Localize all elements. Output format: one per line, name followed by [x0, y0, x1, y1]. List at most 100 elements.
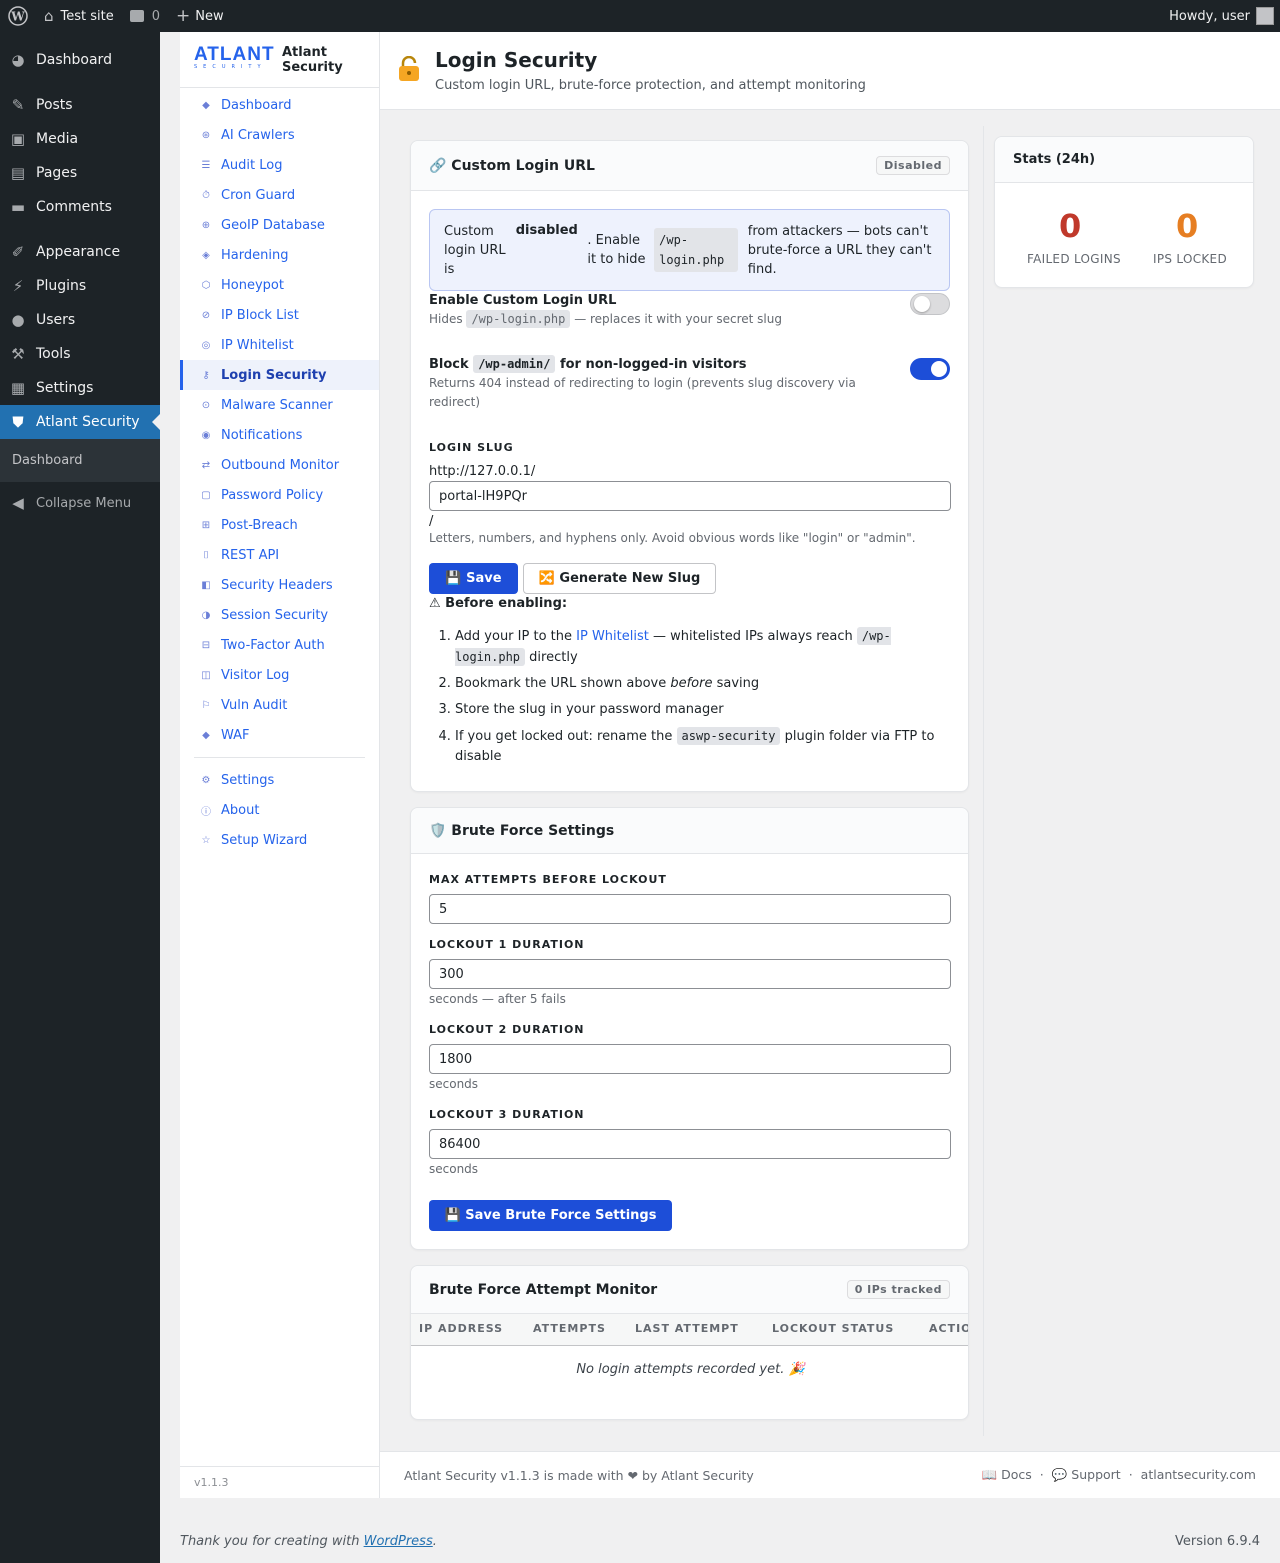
lock-icon: [399, 56, 419, 81]
lockout3-input[interactable]: 86400: [429, 1129, 951, 1159]
plugin-nav-label: Vuln Audit: [221, 697, 288, 713]
my-account[interactable]: Howdy, user: [1161, 0, 1280, 32]
wp-version: Version 6.9.4: [1174, 1534, 1260, 1549]
plugin-nav-label: IP Block List: [221, 307, 299, 323]
plugin-nav-label: Settings: [221, 772, 275, 788]
enable-custom-login-toggle[interactable]: [910, 293, 950, 315]
site-name: Test site: [60, 8, 114, 24]
globe-icon: ⊕: [201, 219, 211, 231]
block-desc: Returns 404 instead of redirecting to lo…: [429, 376, 856, 409]
wordpress-logo-icon[interactable]: W: [0, 0, 36, 32]
plugin-nav-setup-wizard[interactable]: ☆ Setup Wizard: [180, 825, 379, 855]
logo-sub: SECURITY: [194, 63, 267, 70]
ip-whitelist-link[interactable]: IP Whitelist: [576, 629, 649, 644]
bell-icon: ◉: [201, 429, 211, 441]
plugin-nav-about[interactable]: ⓘ About: [180, 795, 379, 825]
plugin-nav-label: Security Headers: [221, 577, 333, 593]
wordpress-link[interactable]: WordPress: [364, 1534, 433, 1549]
slug-input[interactable]: portal-lH9PQr: [429, 481, 951, 511]
menu-label: Posts: [36, 97, 73, 113]
plugin-nav-post-breach[interactable]: ⊞ Post-Breach: [180, 510, 379, 540]
menu-settings[interactable]: ▦ Settings: [0, 371, 160, 405]
menu-media[interactable]: ▣ Media: [0, 122, 160, 156]
plugin-nav-honeypot[interactable]: ⬡ Honeypot: [180, 270, 379, 300]
comments-link[interactable]: 0: [122, 0, 168, 32]
plugin-sidebar: ATLANT SECURITY Atlant Security ◆ Dashboa…: [180, 32, 380, 1498]
plugin-nav-ip-whitelist[interactable]: ◎ IP Whitelist: [180, 330, 379, 360]
max-attempts-input[interactable]: 5: [429, 894, 951, 924]
menu-label: Comments: [36, 199, 112, 215]
new-content-link[interactable]: + New: [168, 0, 232, 32]
support-link[interactable]: 💬 Support: [1052, 1467, 1121, 1483]
plugin-nav-audit-log[interactable]: ☰ Audit Log: [180, 150, 379, 180]
new-label: New: [195, 8, 224, 24]
menu-atlant-security[interactable]: ⛊ Atlant Security: [0, 405, 160, 439]
step-emphasis: before: [670, 676, 713, 691]
menu-comments[interactable]: ▬ Comments: [0, 190, 160, 224]
plugin-nav-label: Post-Breach: [221, 517, 298, 533]
plugin-nav-label: Password Policy: [221, 487, 324, 503]
menu-label: Settings: [36, 380, 94, 396]
plugin-nav-password-policy[interactable]: ▢ Password Policy: [180, 480, 379, 510]
lockout3-label: LOCKOUT 3 DURATION: [429, 1108, 585, 1121]
plugin-nav-rest-api[interactable]: ⌷ REST API: [180, 540, 379, 570]
plugin-nav-settings[interactable]: ⚙ Settings: [180, 765, 379, 795]
atlant-logo: ATLANT SECURITY: [194, 45, 274, 74]
plugin-nav-ip-block-list[interactable]: ⊘ IP Block List: [180, 300, 379, 330]
step-code: aswp-security: [676, 727, 781, 745]
step-text: Add your IP to the: [455, 629, 572, 644]
card-title: Stats (24h): [1013, 152, 1096, 167]
plugin-nav-visitor-log[interactable]: ◫ Visitor Log: [180, 660, 379, 690]
plugin-nav-vuln-audit[interactable]: ⚐ Vuln Audit: [180, 690, 379, 720]
menu-posts[interactable]: ✎ Posts: [0, 88, 160, 122]
menu-users[interactable]: ● Users: [0, 303, 160, 337]
collapse-menu-button[interactable]: ◀ Collapse Menu: [0, 486, 160, 520]
step-text: Bookmark the URL shown above: [455, 676, 667, 691]
menu-pages[interactable]: ▤ Pages: [0, 156, 160, 190]
save-button[interactable]: 💾 Save: [429, 563, 518, 594]
dashboard-icon: ◆: [202, 99, 210, 111]
plugin-nav-security-headers[interactable]: ◧ Security Headers: [180, 570, 379, 600]
submenu-dashboard[interactable]: Dashboard: [0, 445, 160, 476]
scanner-icon: ⊙: [201, 399, 211, 411]
site-link[interactable]: ⌂ Test site: [36, 0, 122, 32]
plugin-nav-outbound-monitor[interactable]: ⇄ Outbound Monitor: [180, 450, 379, 480]
slug-suffix: /: [429, 514, 434, 529]
plugin-nav-label: Hardening: [221, 247, 289, 263]
menu-dashboard[interactable]: ◕ Dashboard: [0, 43, 160, 77]
attempt-monitor-card: Brute Force Attempt Monitor 0 IPs tracke…: [410, 1265, 969, 1420]
plugin-nav-geoip-database[interactable]: ⊕ GeoIP Database: [180, 210, 379, 240]
lockout1-input[interactable]: 300: [429, 959, 951, 989]
plugin-nav-hardening[interactable]: ◈ Hardening: [180, 240, 379, 270]
plugin-nav-login-security[interactable]: ⚷ Login Security: [180, 360, 379, 390]
plugin-nav-session-security[interactable]: ◑ Session Security: [180, 600, 379, 630]
plugin-nav-ai-crawlers[interactable]: ⊛ AI Crawlers: [180, 120, 379, 150]
card-title: 🔗 Custom Login URL: [429, 157, 595, 174]
plugin-nav-malware-scanner[interactable]: ⊙ Malware Scanner: [180, 390, 379, 420]
block-wpadmin-row: Block /wp-admin/ for non-logged-in visit…: [429, 355, 889, 412]
wrench-icon: ⚒: [11, 345, 25, 363]
website-link[interactable]: atlantsecurity.com: [1141, 1467, 1256, 1483]
generate-slug-button[interactable]: 🔀 Generate New Slug: [523, 563, 716, 594]
plugin-icon: ⚡: [12, 277, 24, 295]
honeypot-icon: ⬡: [201, 279, 211, 291]
list-icon: ☰: [201, 159, 211, 171]
plugin-nav-two-factor-auth[interactable]: ⊟ Two-Factor Auth: [180, 630, 379, 660]
plugin-nav-cron-guard[interactable]: ⏱ Cron Guard: [180, 180, 379, 210]
menu-appearance[interactable]: ✐ Appearance: [0, 235, 160, 269]
plugin-nav-dashboard[interactable]: ◆ Dashboard: [180, 90, 379, 120]
docs-link[interactable]: 📖 Docs: [982, 1467, 1032, 1483]
card-header: 🔗 Custom Login URL Disabled: [411, 141, 968, 191]
block-wpadmin-toggle[interactable]: [910, 358, 950, 380]
robot-icon: ⊛: [201, 129, 211, 141]
menu-plugins[interactable]: ⚡ Plugins: [0, 269, 160, 303]
menu-label: Media: [36, 131, 79, 147]
menu-tools[interactable]: ⚒ Tools: [0, 337, 160, 371]
lockout2-input[interactable]: 1800: [429, 1044, 951, 1074]
plugin-nav-waf[interactable]: ◆ WAF: [180, 720, 379, 750]
plugin-nav-notifications[interactable]: ◉ Notifications: [180, 420, 379, 450]
save-brute-force-button[interactable]: 💾 Save Brute Force Settings: [429, 1200, 672, 1231]
plugin-nav-label: Malware Scanner: [221, 397, 333, 413]
notice-text: Custom login URL is: [444, 223, 506, 277]
step-text: If you get locked out: rename the: [455, 729, 673, 744]
